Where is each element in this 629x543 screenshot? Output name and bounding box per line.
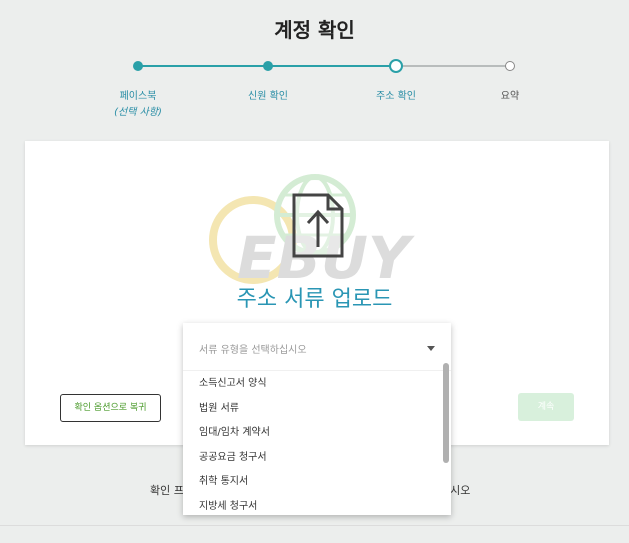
divider (0, 525, 629, 526)
step-label-identity[interactable]: 신원 확인 (218, 87, 318, 102)
option-school-notice[interactable]: 취학 통지서 (183, 470, 451, 495)
document-type-select[interactable]: 서류 유형을 선택하십시오 (183, 323, 451, 371)
step-dot-address (389, 59, 403, 73)
upload-document-icon[interactable] (292, 193, 344, 258)
dropdown-options-list: 소득신고서 양식 법원 서류 임대/임차 계약서 공공요금 청구서 취학 통지서… (183, 371, 451, 515)
dropdown-scrollbar[interactable] (443, 363, 449, 463)
step-sublabel-optional: (선택 사항) (114, 107, 162, 118)
option-local-tax-bill[interactable]: 지방세 청구서 (183, 495, 451, 516)
back-to-options-button[interactable]: 확인 옵션으로 복귀 (60, 394, 161, 422)
document-type-dropdown[interactable]: 서류 유형을 선택하십시오 소득신고서 양식 법원 서류 임대/임차 계약서 공… (183, 323, 451, 515)
continue-button[interactable]: 계속 (518, 393, 574, 421)
page-title: 계정 확인 (274, 18, 355, 42)
step-label-summary: 요약 (500, 91, 520, 102)
option-court-document[interactable]: 법원 서류 (183, 397, 451, 422)
stepper-line-pending (396, 65, 510, 67)
step-dot-identity[interactable] (263, 61, 273, 71)
upload-title: 주소 서류 업로드 (236, 287, 393, 312)
progress-stepper: 페이스북 (선택 사항) 신원 확인 주소 확인 요약 (0, 58, 629, 118)
step-label-facebook[interactable]: 페이스북 (88, 87, 188, 102)
option-income-tax-form[interactable]: 소득신고서 양식 (183, 372, 451, 397)
step-dot-summary (505, 61, 515, 71)
footer-text-left: 확인 프 (150, 484, 184, 497)
step-dot-facebook[interactable] (133, 61, 143, 71)
step-label-address: 주소 확인 (376, 91, 416, 102)
option-lease-agreement[interactable]: 임대/임차 계약서 (183, 421, 451, 446)
chevron-down-icon[interactable] (427, 346, 435, 351)
option-utility-bill[interactable]: 공공요금 청구서 (183, 446, 451, 471)
document-type-placeholder: 서류 유형을 선택하십시오 (199, 345, 307, 356)
